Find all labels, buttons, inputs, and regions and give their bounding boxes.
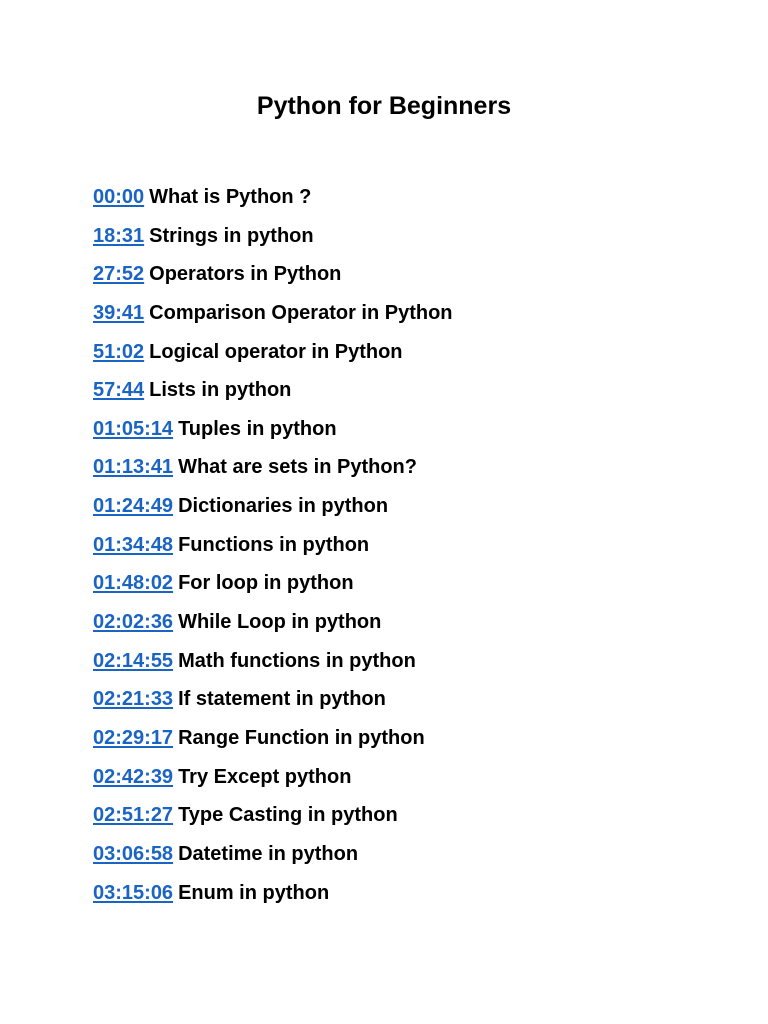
- timestamp-link[interactable]: 01:05:14: [93, 418, 173, 440]
- timestamp-link[interactable]: 18:31: [93, 225, 144, 247]
- timestamp-link[interactable]: 01:34:48: [93, 534, 173, 556]
- topic-label: Tuples in python: [178, 417, 337, 440]
- topic-label: Enum in python: [178, 881, 330, 904]
- topic-label: If statement in python: [178, 688, 386, 711]
- timestamp-link[interactable]: 00:00: [93, 186, 144, 208]
- list-item: 01:34:48 Functions in python: [93, 529, 453, 568]
- timestamp-link[interactable]: 02:51:27: [93, 804, 173, 826]
- list-item: 02:21:33 If statement in python: [93, 683, 453, 722]
- timestamp-link[interactable]: 02:02:36: [93, 611, 173, 633]
- topic-label: Datetime in python: [178, 842, 359, 865]
- page-title: Python for Beginners: [256, 92, 512, 120]
- list-item: 39:41 Comparison Operator in Python: [93, 297, 453, 336]
- timestamp-link[interactable]: 01:24:49: [93, 495, 173, 517]
- topic-label: While Loop in python: [178, 611, 382, 634]
- topic-label: Operators in Python: [149, 263, 342, 286]
- topic-label: Lists in python: [149, 379, 292, 402]
- timestamp-link[interactable]: 57:44: [93, 379, 144, 401]
- list-item: 02:42:39 Try Except python: [93, 761, 453, 800]
- timestamp-link[interactable]: 02:14:55: [93, 650, 173, 672]
- topic-label: Dictionaries in python: [178, 495, 389, 518]
- topic-label: What are sets in Python?: [178, 456, 417, 479]
- list-item: 03:06:58 Datetime in python: [93, 838, 453, 877]
- topic-label: Range Function in python: [178, 726, 425, 749]
- timestamp-link[interactable]: 01:13:41: [93, 456, 173, 478]
- topic-label: Logical operator in Python: [149, 340, 403, 363]
- list-item: 02:14:55 Math functions in python: [93, 645, 453, 684]
- list-item: 00:00 What is Python ?: [93, 181, 453, 220]
- topic-label: Comparison Operator in Python: [149, 301, 453, 324]
- timestamp-link[interactable]: 02:21:33: [93, 688, 173, 710]
- list-item: 01:48:02 For loop in python: [93, 567, 453, 606]
- timestamp-link[interactable]: 01:48:02: [93, 572, 173, 594]
- list-item: 02:51:27 Type Casting in python: [93, 799, 453, 838]
- timestamp-link[interactable]: 02:42:39: [93, 766, 173, 788]
- topic-label: Strings in python: [149, 224, 314, 247]
- timestamp-link[interactable]: 03:06:58: [93, 843, 173, 865]
- list-item: 01:13:41 What are sets in Python?: [93, 451, 453, 490]
- topic-label: Type Casting in python: [178, 804, 398, 827]
- timestamp-link[interactable]: 03:15:06: [93, 882, 173, 904]
- list-item: 57:44 Lists in python: [93, 374, 453, 413]
- timestamp-link[interactable]: 27:52: [93, 263, 144, 285]
- topic-label: Math functions in python: [178, 649, 416, 672]
- list-item: 27:52 Operators in Python: [93, 258, 453, 297]
- list-item: 01:24:49 Dictionaries in python: [93, 490, 453, 529]
- list-item: 51:02 Logical operator in Python: [93, 336, 453, 375]
- topic-label: Try Except python: [178, 765, 352, 788]
- list-item: 18:31 Strings in python: [93, 220, 453, 259]
- timestamp-list: 00:00 What is Python ? 18:31 Strings in py…: [93, 181, 453, 915]
- list-item: 03:15:06 Enum in python: [93, 877, 453, 916]
- list-item: 02:29:17 Range Function in python: [93, 722, 453, 761]
- timestamp-link[interactable]: 51:02: [93, 341, 144, 363]
- topic-label: For loop in python: [178, 572, 354, 595]
- topic-label: Functions in python: [178, 533, 370, 556]
- list-item: 01:05:14 Tuples in python: [93, 413, 453, 452]
- timestamp-link[interactable]: 02:29:17: [93, 727, 173, 749]
- topic-label: What is Python ?: [149, 186, 312, 208]
- timestamp-link[interactable]: 39:41: [93, 302, 144, 324]
- list-item: 02:02:36 While Loop in python: [93, 606, 453, 645]
